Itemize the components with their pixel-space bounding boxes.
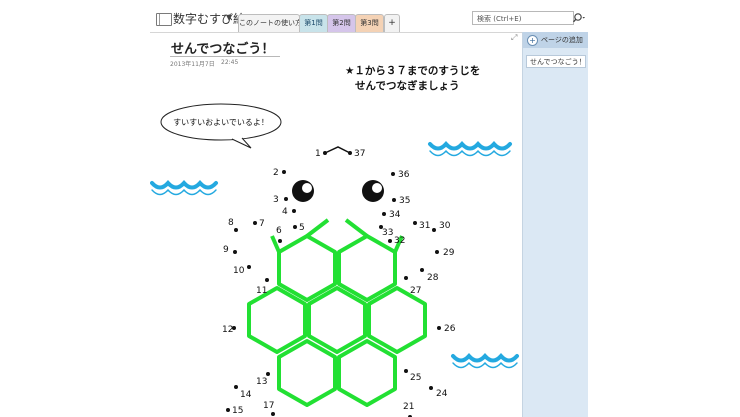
dot-28: 28 <box>420 268 439 283</box>
drawing-canvas: すいすいおよいでいるよ！ ★１から３７までのすうじを せんでつなぎましょう 1 … <box>150 65 519 417</box>
dot-29: 29 <box>435 248 455 258</box>
add-page-label: ページの追加 <box>541 36 583 44</box>
instruction-line-2: せんでつなぎましょう <box>355 79 459 92</box>
svg-text:35: 35 <box>399 196 410 206</box>
dot-10: 10 <box>233 265 251 276</box>
dot-4: 4 <box>282 207 296 217</box>
page-date: 2013年11月7日 <box>170 61 215 68</box>
svg-text:15: 15 <box>232 406 243 416</box>
dot-30: 30 <box>432 221 451 232</box>
svg-text:31: 31 <box>419 221 430 231</box>
wave-left <box>150 179 218 196</box>
svg-text:7: 7 <box>259 219 265 229</box>
svg-text:8: 8 <box>228 218 234 228</box>
dot-33: 33 <box>379 225 393 238</box>
dot-2: 2 <box>273 168 286 178</box>
dot-14: 14 <box>234 385 252 400</box>
wave-upper-right <box>428 140 512 157</box>
dot-3: 3 <box>273 195 288 205</box>
svg-text:36: 36 <box>398 170 410 180</box>
svg-text:4: 4 <box>282 207 288 217</box>
svg-text:2: 2 <box>273 168 279 178</box>
dot-34: 34 <box>382 210 401 220</box>
left-eye <box>292 180 314 202</box>
title-divider <box>170 56 280 57</box>
speech-bubble: すいすいおよいでいるよ！ <box>160 103 282 149</box>
dot-35: 35 <box>392 196 410 206</box>
dot-1: 1 <box>315 149 327 159</box>
connected-line <box>324 146 351 154</box>
dot-26: 26 <box>437 324 456 334</box>
dot-36: 36 <box>391 170 410 180</box>
dot-31: 31 <box>413 221 430 231</box>
svg-text:13: 13 <box>256 377 267 387</box>
dot-12: 12 <box>222 325 236 335</box>
right-eye <box>362 180 384 202</box>
search-icon[interactable] <box>572 11 586 25</box>
page-title: せんでつなごう！ <box>171 42 275 57</box>
dot-8: 8 <box>228 218 238 232</box>
svg-text:32: 32 <box>394 236 405 246</box>
dot-24: 24 <box>429 386 448 399</box>
page-list-pane: + ページの追加 せんでつなごう！ <box>522 32 588 417</box>
dot-37: 37 <box>348 149 365 159</box>
svg-text:24: 24 <box>436 389 448 399</box>
svg-text:12: 12 <box>222 325 233 335</box>
svg-text:34: 34 <box>389 210 401 220</box>
svg-text:33: 33 <box>382 228 393 238</box>
svg-text:11: 11 <box>256 286 267 296</box>
svg-text:3: 3 <box>273 195 279 205</box>
page-list-item[interactable]: せんでつなごう！ <box>526 55 586 68</box>
wave-lower-right <box>451 352 519 369</box>
svg-text:17: 17 <box>263 401 274 411</box>
svg-text:29: 29 <box>443 248 455 258</box>
dot-25: 25 <box>404 369 421 383</box>
dot-11: 11 <box>256 278 269 296</box>
svg-text:26: 26 <box>444 324 456 334</box>
svg-text:9: 9 <box>223 245 229 255</box>
svg-text:21: 21 <box>403 402 414 412</box>
svg-text:14: 14 <box>240 390 252 400</box>
svg-text:30: 30 <box>439 221 451 231</box>
dot-7: 7 <box>253 219 265 229</box>
dot-15: 15 <box>226 406 243 416</box>
svg-text:27: 27 <box>410 286 421 296</box>
svg-text:28: 28 <box>427 273 439 283</box>
svg-text:1: 1 <box>315 149 321 159</box>
onenote-window: 数字むすび絵 ▼ このノートの使い方 第1問 第2問 第3問 + 検索 (Ctr… <box>150 8 588 417</box>
svg-text:37: 37 <box>354 149 365 159</box>
add-page-button[interactable]: + ページの追加 <box>523 32 588 48</box>
page-time: 22:45 <box>221 59 239 66</box>
svg-text:5: 5 <box>299 223 305 233</box>
speech-text: すいすいおよいでいるよ！ <box>173 118 269 127</box>
svg-text:25: 25 <box>410 373 421 383</box>
plus-circle-icon: + <box>527 34 538 46</box>
svg-text:10: 10 <box>233 266 245 276</box>
expand-icon[interactable]: ⤢ <box>511 33 517 43</box>
dot-5: 5 <box>293 223 305 233</box>
svg-text:6: 6 <box>276 226 282 236</box>
turtle-shell <box>247 218 427 407</box>
dot-9: 9 <box>223 245 237 255</box>
instruction-line-1: ★１から３７までのすうじを <box>345 65 480 77</box>
dot-6: 6 <box>276 226 282 243</box>
dot-13: 13 <box>256 372 270 387</box>
dot-17: 17 <box>263 401 275 416</box>
dot-21: 21 <box>403 402 414 417</box>
